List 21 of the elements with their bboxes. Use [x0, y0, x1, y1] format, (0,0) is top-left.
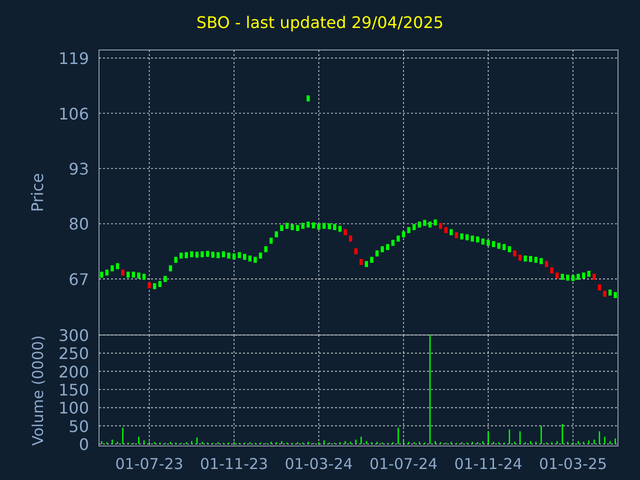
y-tick-label: 250	[58, 344, 89, 364]
y-tick-label: 0	[78, 435, 89, 454]
y-tick-label: 300	[58, 326, 89, 345]
axis-title: Volume (0000)	[29, 335, 47, 446]
y-tick-label: 200	[58, 362, 89, 382]
x-tick-label: 01-11-23	[200, 455, 268, 473]
y-tick-label: 80	[68, 214, 89, 234]
axis-title: Price	[28, 172, 47, 212]
y-tick-label: 50	[68, 416, 89, 436]
x-tick-label: 01-11-24	[454, 455, 522, 473]
y-tick-label: 67	[68, 270, 89, 289]
y-tick-label: 100	[58, 398, 89, 418]
x-tick-label: 01-07-23	[115, 455, 184, 473]
y-tick-label: 106	[58, 104, 89, 124]
y-tick-label: 119	[58, 49, 89, 68]
y-tick-label: 150	[58, 380, 89, 400]
chart-title: SBO - last updated 29/04/2025	[196, 12, 444, 34]
y-tick-label: 93	[68, 160, 89, 178]
x-tick-label: 01-03-24	[284, 455, 353, 473]
x-tick-label: 01-07-24	[369, 455, 438, 473]
x-tick-label: 01-03-25	[538, 455, 608, 473]
